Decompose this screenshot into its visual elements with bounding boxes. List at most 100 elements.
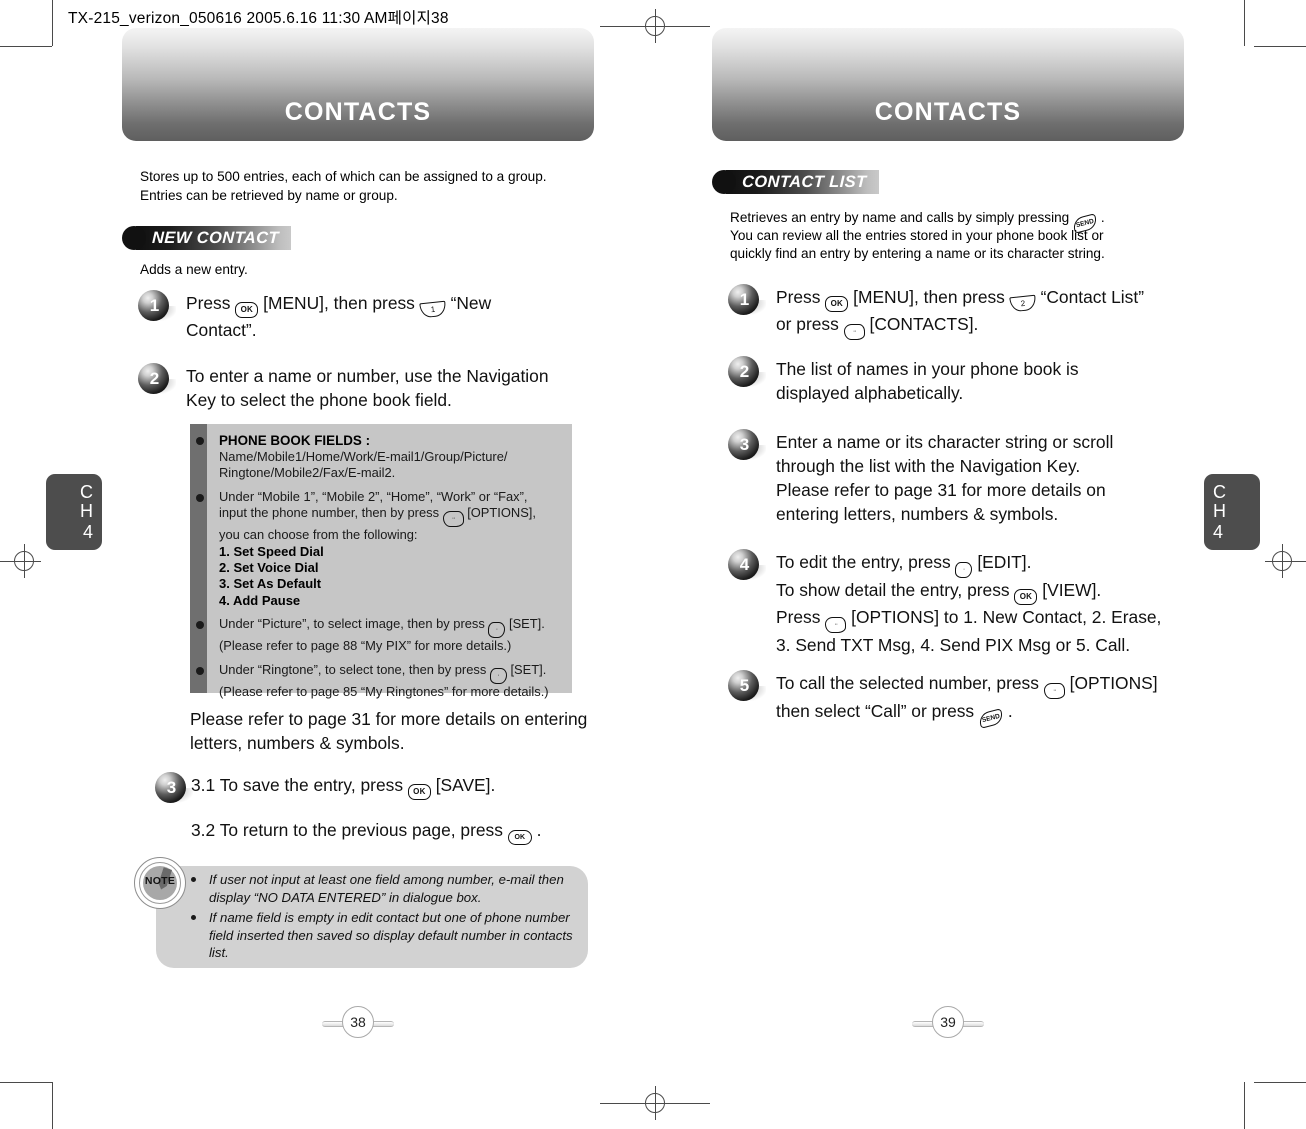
crop-line-bottom-right-v bbox=[1244, 1082, 1245, 1129]
step-number-text: 3 bbox=[739, 434, 750, 454]
section-title-contact-list: CONTACT LIST bbox=[741, 172, 867, 191]
infobox-item-3-set-label: [SET]. bbox=[509, 616, 545, 632]
left-step-3-2: 3.2 To return to the previous page, pres… bbox=[191, 818, 611, 845]
page-number-wing-right bbox=[372, 1021, 394, 1027]
infobox-item-3: Under “Picture”, to select image, then b… bbox=[196, 616, 562, 654]
crop-line-bottom-left-h bbox=[0, 1082, 52, 1083]
left-step-2-body: To enter a name or number, use the Navig… bbox=[186, 364, 549, 412]
infobox-option-3: 3. Set As Default bbox=[219, 576, 322, 592]
clear-key-icon: OK bbox=[507, 830, 532, 845]
step-number-text: 4 bbox=[739, 554, 750, 574]
left-step-3-body: 3.1 To save the entry, press OK [SAVE]. bbox=[191, 773, 495, 800]
rstep5-line1-b: [OPTIONS] bbox=[1069, 673, 1158, 693]
step1-text-b: [MENU], then press bbox=[263, 293, 415, 313]
right-intro-text-a: Retrieves an entry by name and calls by … bbox=[730, 210, 1070, 225]
crop-line-top-right-v bbox=[1244, 0, 1245, 46]
rstep3-line-4: entering letters, numbers & symbols. bbox=[776, 504, 1059, 524]
page-number-wing-left bbox=[322, 1021, 344, 1027]
rstep4-line3-a: Press bbox=[776, 607, 821, 627]
left-section-subtitle: Adds a new entry. bbox=[140, 262, 248, 277]
step-number-badge: 1 bbox=[138, 290, 176, 321]
right-banner-title: CONTACTS bbox=[874, 98, 1022, 126]
note-item-2-text: If name field is empty in edit contact b… bbox=[209, 910, 573, 960]
rstep2-line-2: displayed alphabetically. bbox=[776, 383, 964, 403]
left-step-1-body: Press OK [MENU], then press 1 “New Conta… bbox=[186, 291, 491, 342]
step-number-text: 5 bbox=[739, 675, 750, 695]
right-intro-line-2: You can review all the entries stored in… bbox=[730, 228, 1104, 243]
right-step-5-body: To call the selected number, press ·· [O… bbox=[776, 671, 1158, 729]
step3-2-text-a: 3.2 To return to the previous page, pres… bbox=[191, 820, 503, 840]
rstep1-text-a: Press bbox=[776, 287, 821, 307]
rstep4-line1-a: To edit the entry, press bbox=[776, 552, 951, 572]
section-head-new-contact: NEW CONTACT bbox=[122, 226, 291, 250]
infobox-item-1: PHONE BOOK FIELDS : Name/Mobile1/Home/Wo… bbox=[196, 432, 562, 482]
right-intro-line-3: quickly find an entry by entering a name… bbox=[730, 246, 1105, 261]
rstep3-line-3: Please refer to page 31 for more details… bbox=[776, 480, 1106, 500]
step-number-badge: 4 bbox=[728, 549, 766, 580]
step-number-badge: 1 bbox=[728, 284, 766, 315]
rstep4-line-4: 3. Send TXT Msg, 4. Send PIX Msg or 5. C… bbox=[776, 635, 1131, 655]
rstep1-text-b: [MENU], then press bbox=[853, 287, 1005, 307]
step-number-text: 1 bbox=[739, 289, 750, 309]
step3-1-text-b: [SAVE]. bbox=[435, 775, 496, 795]
infobox-item-4-set-label: [SET]. bbox=[510, 661, 547, 677]
step3-2-text-b: . bbox=[536, 820, 542, 840]
options-softkey-icon: ·· bbox=[1043, 683, 1065, 699]
step1-text-d: Contact”. bbox=[186, 320, 257, 340]
infobox-option-4: 4. Add Pause bbox=[219, 592, 301, 608]
registration-mark-top-center bbox=[638, 9, 672, 43]
note-bullet-icon bbox=[191, 877, 196, 882]
page-number-wing-right bbox=[962, 1021, 984, 1027]
page-number-right: 39 bbox=[912, 1006, 984, 1040]
step-number-badge: 3 bbox=[155, 772, 193, 803]
manual-page-spread: TX-215_verizon_050616 2005.6.16 11:30 AM… bbox=[0, 0, 1306, 1129]
infobox-item-2-options-label: [OPTIONS], bbox=[467, 505, 536, 521]
note-item: If user not input at least one field amo… bbox=[191, 871, 577, 906]
step-number-badge: 3 bbox=[728, 429, 766, 460]
page-number-right-text: 39 bbox=[932, 1006, 964, 1038]
rstep5-line1-a: To call the selected number, press bbox=[776, 673, 1039, 693]
left-refer-note-line-1: Please refer to page 31 for more details… bbox=[190, 709, 588, 729]
infobox-item-2-line-2-text: input the phone number, then by press bbox=[219, 505, 440, 521]
infobox-item-3-text: Under “Picture”, to select image, then b… bbox=[219, 616, 485, 632]
step1-text-c: “New bbox=[450, 293, 492, 313]
section-bullet-icon bbox=[712, 170, 736, 194]
document-header-line: TX-215_verizon_050616 2005.6.16 11:30 AM… bbox=[68, 10, 449, 27]
step-number-text: 2 bbox=[149, 368, 160, 388]
right-step-4-body: To edit the entry, press · [EDIT]. To sh… bbox=[776, 550, 1161, 657]
rstep4-line2-a: To show detail the entry, press bbox=[776, 580, 1010, 600]
infobox-content: PHONE BOOK FIELDS : Name/Mobile1/Home/Wo… bbox=[196, 424, 572, 699]
section-title-new-contact: NEW CONTACT bbox=[151, 228, 280, 247]
note-list: If user not input at least one field amo… bbox=[191, 871, 577, 965]
step-number-badge: 2 bbox=[728, 356, 766, 387]
note-item-1-text: If user not input at least one field amo… bbox=[209, 872, 564, 905]
rstep4-line1-b: [EDIT]. bbox=[977, 552, 1032, 572]
infobox-item-4-text: Under “Ringtone”, to select tone, then b… bbox=[219, 661, 487, 677]
note-icon: NOTE bbox=[134, 857, 186, 909]
chapter-tab-right: C H 4 bbox=[1204, 474, 1260, 550]
infobox-item-1-line-1: Name/Mobile1/Home/Work/E-mail1/Group/Pic… bbox=[219, 449, 508, 464]
note-item: If name field is empty in edit contact b… bbox=[191, 909, 577, 962]
chapter-tab-left-number: 4 bbox=[82, 522, 93, 542]
rstep1-text-c: “Contact List” bbox=[1040, 287, 1144, 307]
crop-line-top-left-v bbox=[52, 0, 53, 46]
step-number-text: 3 bbox=[166, 777, 177, 797]
infobox-item-1-line-2: Ringtone/Mobile2/Fax/E-mail2. bbox=[219, 465, 396, 481]
infobox-item-4-line-2: (Please refer to page 85 “My Ringtones” … bbox=[219, 683, 549, 699]
set-softkey-icon: · bbox=[488, 622, 506, 639]
right-step-1-body: Press OK [MENU], then press 2 “Contact L… bbox=[776, 285, 1144, 340]
step2-line-1: To enter a name or number, use the Navig… bbox=[186, 366, 549, 386]
section-bar-contact-list: CONTACT LIST bbox=[726, 170, 879, 194]
rstep5-line2-a: then select “Call” or press bbox=[776, 701, 975, 721]
rstep3-line-2: through the list with the Navigation Key… bbox=[776, 456, 1081, 476]
right-intro-text-b: . bbox=[1100, 210, 1105, 225]
send-key-icon: SEND bbox=[977, 708, 1005, 729]
infobox-bullet-icon bbox=[196, 666, 204, 675]
left-intro-line-1: Stores up to 500 entries, each of which … bbox=[140, 169, 547, 184]
crop-line-bottom-right-h bbox=[1254, 1082, 1306, 1083]
section-head-contact-list: CONTACT LIST bbox=[712, 170, 879, 194]
options-softkey-icon: ·· bbox=[442, 511, 464, 528]
infobox-option-1: 1. Set Speed Dial bbox=[219, 543, 324, 559]
right-page-banner: CONTACTS bbox=[712, 28, 1184, 141]
chapter-tab-left-label: C H bbox=[80, 482, 93, 521]
